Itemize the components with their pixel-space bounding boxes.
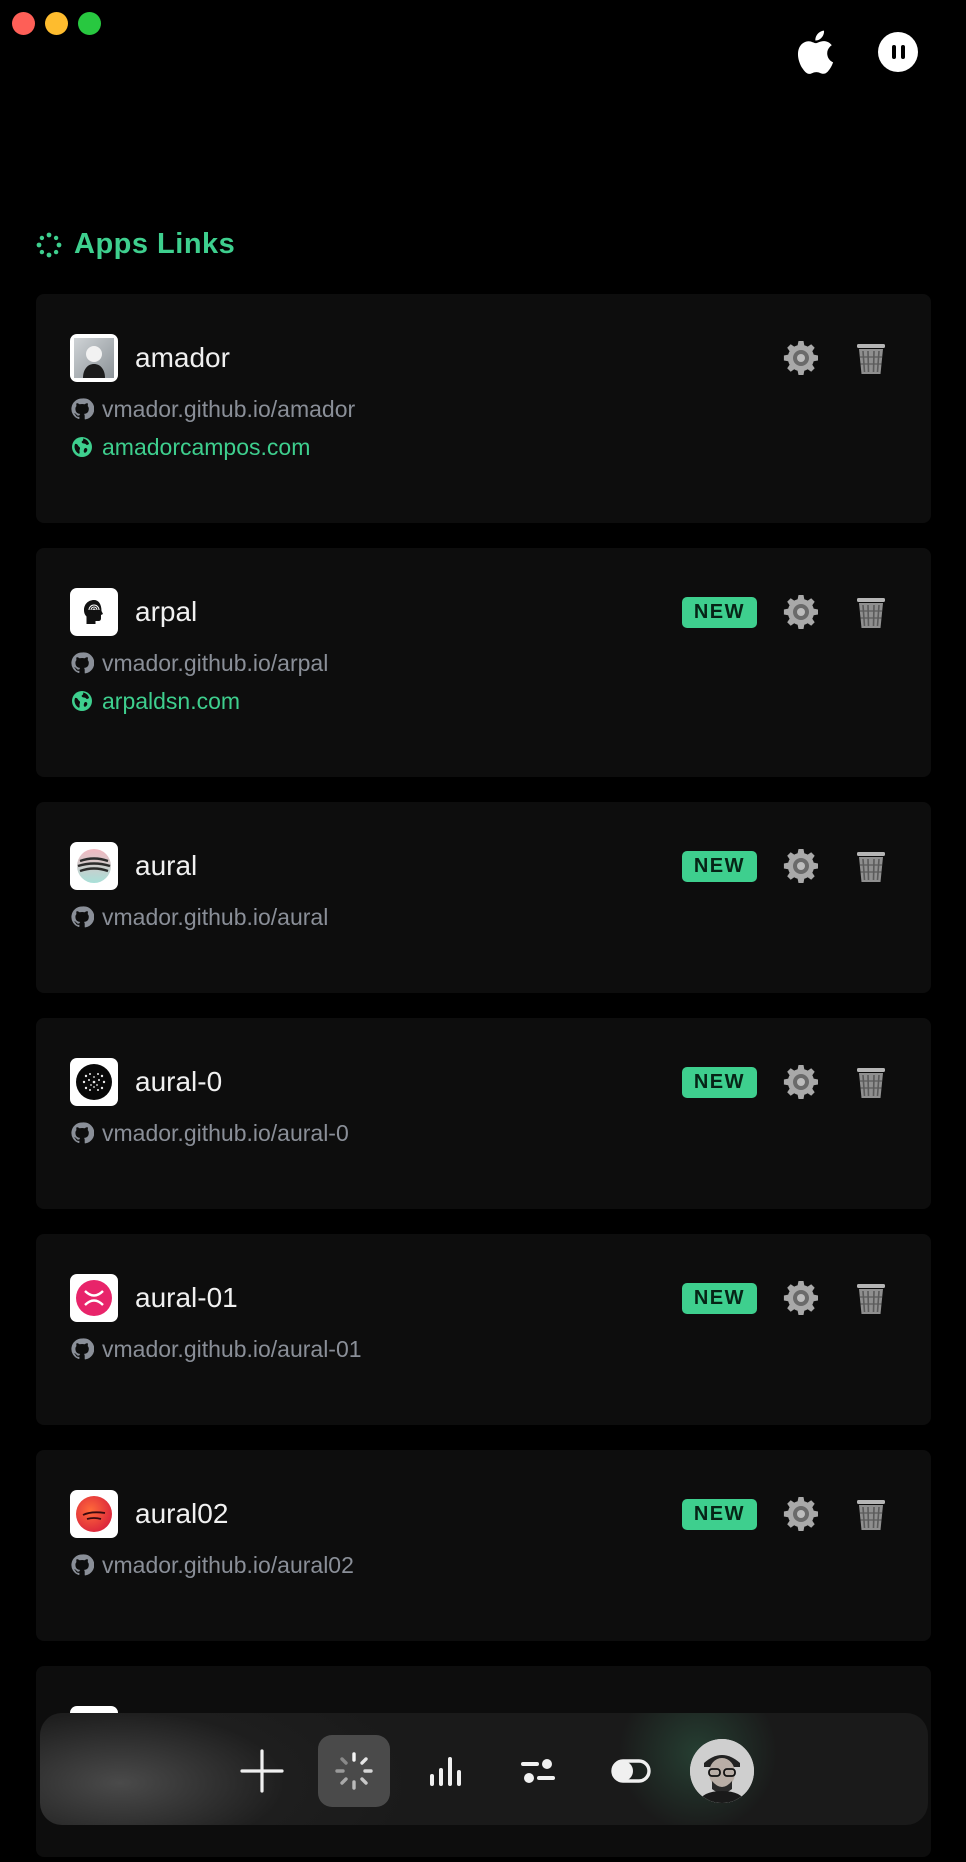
website-link[interactable]: amadorcampos.com xyxy=(70,434,897,460)
github-link[interactable]: vmador.github.io/aural-0 xyxy=(70,1120,897,1146)
window-controls xyxy=(12,12,101,35)
trash-icon xyxy=(857,852,885,882)
github-icon xyxy=(71,906,94,928)
toggle-icon xyxy=(611,1759,651,1783)
avatar-icon xyxy=(690,1739,754,1803)
trash-icon xyxy=(857,344,885,374)
loader-button[interactable] xyxy=(318,1735,390,1807)
bar-chart-icon xyxy=(430,1757,461,1786)
gear-icon xyxy=(783,1497,818,1531)
close-window-button[interactable] xyxy=(12,12,35,35)
dot-sphere-icon xyxy=(70,1058,118,1106)
loader-icon xyxy=(335,1752,373,1790)
app-card-aural-01[interactable]: aural-01 NEW vmador.github.io/aural-01 xyxy=(36,1234,931,1425)
filters-button[interactable] xyxy=(502,1735,574,1807)
gear-icon xyxy=(783,1065,818,1099)
github-link[interactable]: vmador.github.io/arpal xyxy=(70,650,897,676)
head-fingerprint-icon xyxy=(70,588,118,636)
website-link[interactable]: arpaldsn.com xyxy=(70,688,897,714)
github-icon xyxy=(71,398,94,420)
app-card-arpal[interactable]: arpal NEW vmador.github.io/arpal arpalds… xyxy=(36,548,931,777)
delete-button[interactable] xyxy=(851,846,891,886)
github-link[interactable]: vmador.github.io/aural-01 xyxy=(70,1336,897,1362)
app-name: aural-0 xyxy=(135,1066,223,1097)
delete-button[interactable] xyxy=(851,1494,891,1534)
apps-list: amador vmador.github.io/amador amadorcam… xyxy=(36,294,931,1862)
website-url: arpaldsn.com xyxy=(102,687,241,714)
github-url: vmador.github.io/aural02 xyxy=(102,1551,354,1578)
sliders-icon xyxy=(521,1759,555,1783)
github-icon xyxy=(71,652,94,674)
globe-icon xyxy=(72,437,92,457)
gear-icon xyxy=(783,849,818,883)
gear-icon xyxy=(783,595,818,629)
bottom-dock xyxy=(40,1713,928,1825)
settings-button[interactable] xyxy=(781,846,821,886)
avatar[interactable] xyxy=(690,1739,754,1803)
pause-button[interactable] xyxy=(878,32,918,72)
trash-icon xyxy=(857,1284,885,1314)
github-link[interactable]: vmador.github.io/amador xyxy=(70,396,897,422)
settings-button[interactable] xyxy=(781,338,821,378)
gradient-waves-icon xyxy=(70,842,118,890)
delete-button[interactable] xyxy=(851,592,891,632)
app-name: amador xyxy=(135,342,230,373)
github-url: vmador.github.io/arpal xyxy=(102,649,329,676)
header-actions xyxy=(794,30,918,74)
github-url: vmador.github.io/aural-0 xyxy=(102,1119,349,1146)
globe-icon xyxy=(72,691,92,711)
gear-icon xyxy=(783,1281,818,1315)
settings-button[interactable] xyxy=(781,1494,821,1534)
new-badge: NEW xyxy=(681,1282,757,1314)
github-url: vmador.github.io/aural xyxy=(102,903,329,930)
apple-icon[interactable] xyxy=(794,30,834,74)
trash-icon xyxy=(857,598,885,628)
delete-button[interactable] xyxy=(851,338,891,378)
new-badge: NEW xyxy=(681,1066,757,1098)
new-badge: NEW xyxy=(681,596,757,628)
delete-button[interactable] xyxy=(851,1278,891,1318)
trash-icon xyxy=(857,1068,885,1098)
website-url: amadorcampos.com xyxy=(102,433,311,460)
red-orb-icon xyxy=(70,1490,118,1538)
settings-button[interactable] xyxy=(781,592,821,632)
trash-icon xyxy=(857,1500,885,1530)
app-card-amador[interactable]: amador vmador.github.io/amador amadorcam… xyxy=(36,294,931,523)
github-url: vmador.github.io/amador xyxy=(102,395,356,422)
settings-button[interactable] xyxy=(781,1278,821,1318)
github-icon xyxy=(71,1338,94,1360)
github-link[interactable]: vmador.github.io/aural xyxy=(70,904,897,930)
pause-bar-icon xyxy=(900,45,905,59)
settings-button[interactable] xyxy=(781,1062,821,1102)
dots-grid-icon xyxy=(36,232,62,257)
gear-icon xyxy=(783,341,818,375)
section-header: Apps Links xyxy=(36,228,235,261)
github-icon xyxy=(71,1122,94,1144)
github-icon xyxy=(71,1554,94,1576)
minimize-window-button[interactable] xyxy=(45,12,68,35)
app-name: aural-01 xyxy=(135,1282,238,1313)
app-card-aural[interactable]: aural NEW vmador.github.io/aural xyxy=(36,802,931,993)
app-card-aural-0[interactable]: aural-0 NEW vmador.github.io/aural-0 xyxy=(36,1018,931,1209)
pink-x-icon xyxy=(70,1274,118,1322)
portrait-icon xyxy=(70,334,118,382)
github-url: vmador.github.io/aural-01 xyxy=(102,1335,362,1362)
app-name: arpal xyxy=(135,596,198,627)
app-name: aural xyxy=(135,850,198,881)
maximize-window-button[interactable] xyxy=(78,12,101,35)
app-card-aural02[interactable]: aural02 NEW vmador.github.io/aural02 xyxy=(36,1450,931,1641)
plus-icon xyxy=(240,1749,284,1793)
pause-bar-icon xyxy=(891,45,896,59)
new-badge: NEW xyxy=(681,850,757,882)
toggle-button[interactable] xyxy=(594,1735,666,1807)
github-link[interactable]: vmador.github.io/aural02 xyxy=(70,1552,897,1578)
new-badge: NEW xyxy=(681,1498,757,1530)
app-window: Apps Links amador vmador.github.io/amado… xyxy=(0,0,966,1862)
add-button[interactable] xyxy=(226,1735,298,1807)
app-name: aural02 xyxy=(135,1498,229,1529)
section-title: Apps Links xyxy=(74,228,236,260)
stats-button[interactable] xyxy=(410,1735,482,1807)
delete-button[interactable] xyxy=(851,1062,891,1102)
